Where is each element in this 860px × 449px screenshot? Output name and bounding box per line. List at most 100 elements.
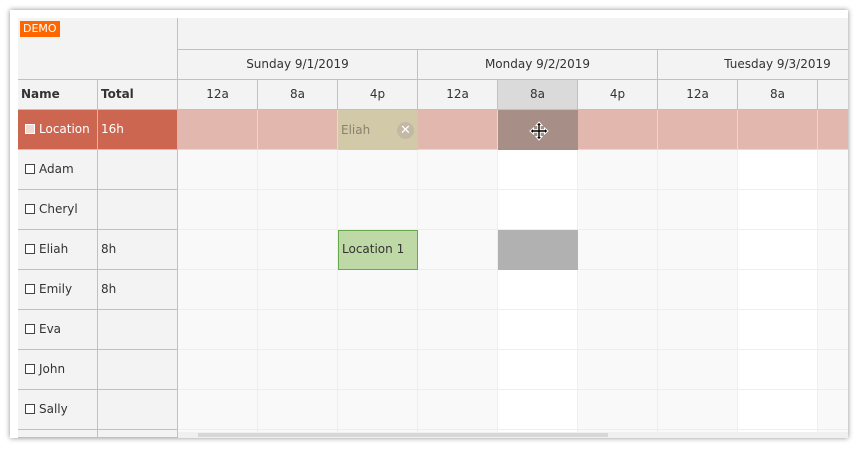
grid-cell[interactable]: [658, 350, 738, 390]
grid-cell[interactable]: [178, 190, 258, 230]
grid-cell[interactable]: [418, 230, 498, 270]
row-header-sally[interactable]: Sally: [18, 390, 98, 430]
row-checkbox[interactable]: [25, 164, 35, 174]
grid-cell[interactable]: [658, 190, 738, 230]
grid-cell[interactable]: [178, 310, 258, 350]
grid-cell[interactable]: [658, 150, 738, 190]
grid-cell[interactable]: [418, 270, 498, 310]
grid-cell[interactable]: [258, 150, 338, 190]
grid-cell[interactable]: [818, 190, 848, 230]
row-name: John: [39, 362, 66, 376]
grid-cell[interactable]: [178, 150, 258, 190]
grid-cell[interactable]: [178, 390, 258, 430]
grid-cell[interactable]: [498, 310, 578, 350]
grid-cell[interactable]: [818, 310, 848, 350]
grid-cell[interactable]: [258, 270, 338, 310]
grid-cell[interactable]: [178, 350, 258, 390]
row-name: Emily: [39, 282, 73, 296]
grid-cell[interactable]: [818, 350, 848, 390]
grid-cell[interactable]: [818, 390, 848, 430]
grid-cell[interactable]: [258, 230, 338, 270]
grid-cell[interactable]: [818, 150, 848, 190]
row-header-adam[interactable]: Adam: [18, 150, 98, 190]
grid-cell[interactable]: [578, 150, 658, 190]
grid-cell[interactable]: [658, 110, 738, 150]
horizontal-scrollbar[interactable]: [178, 432, 848, 438]
row-checkbox[interactable]: [25, 204, 35, 214]
grid-cell[interactable]: [578, 190, 658, 230]
grid-cell[interactable]: [578, 390, 658, 430]
scrollbar-thumb[interactable]: [198, 433, 608, 437]
hour-header: [818, 80, 848, 110]
day-header: Monday 9/2/2019: [418, 50, 658, 80]
grid-cell[interactable]: [578, 270, 658, 310]
hour-header: 4p: [338, 80, 418, 110]
grid-cell[interactable]: [338, 350, 418, 390]
row-header-emily[interactable]: Emily: [18, 270, 98, 310]
row-header-cheryl[interactable]: Cheryl: [18, 190, 98, 230]
grid-cell[interactable]: [498, 270, 578, 310]
grid-cell[interactable]: [258, 190, 338, 230]
grid-cell[interactable]: [338, 270, 418, 310]
row-checkbox[interactable]: [25, 284, 35, 294]
row-header-eva[interactable]: Eva: [18, 310, 98, 350]
grid-cell[interactable]: [738, 150, 818, 190]
grid-cell[interactable]: [498, 190, 578, 230]
grid-cell[interactable]: [498, 150, 578, 190]
row-header-john[interactable]: John: [18, 350, 98, 390]
grid-cell[interactable]: [258, 110, 338, 150]
row-checkbox[interactable]: [25, 364, 35, 374]
grid-cell[interactable]: [658, 310, 738, 350]
grid-cell[interactable]: [178, 230, 258, 270]
grid-cell[interactable]: [258, 350, 338, 390]
grid-cell[interactable]: [738, 190, 818, 230]
grid-cell[interactable]: [338, 150, 418, 190]
grid-cell[interactable]: [818, 270, 848, 310]
hour-header: 8a: [738, 80, 818, 110]
grid-cell[interactable]: [578, 110, 658, 150]
grid-cell[interactable]: [418, 150, 498, 190]
grid-cell[interactable]: [578, 350, 658, 390]
grid-cell[interactable]: [498, 390, 578, 430]
grid-cell[interactable]: [418, 190, 498, 230]
grid-cell[interactable]: [498, 350, 578, 390]
grid-cell[interactable]: [738, 110, 818, 150]
grid-cell[interactable]: [418, 350, 498, 390]
event-location-1[interactable]: Location 1: [338, 230, 418, 270]
grid-cell[interactable]: [418, 310, 498, 350]
grid-cell[interactable]: [658, 230, 738, 270]
row-name: Sally: [39, 402, 68, 416]
grid-cell[interactable]: [578, 310, 658, 350]
grid-cell[interactable]: [658, 390, 738, 430]
grid-cell[interactable]: [738, 390, 818, 430]
row-checkbox[interactable]: [25, 244, 35, 254]
grid-cell[interactable]: [738, 270, 818, 310]
row-name: Eva: [39, 322, 62, 336]
grid-cell[interactable]: [738, 230, 818, 270]
grid-cell[interactable]: [178, 270, 258, 310]
close-icon[interactable]: ✕: [397, 122, 414, 139]
grid-cell[interactable]: [338, 310, 418, 350]
grid-cell[interactable]: [338, 190, 418, 230]
row-checkbox[interactable]: [25, 404, 35, 414]
column-header-name[interactable]: Name: [18, 80, 98, 110]
grid-cell[interactable]: [658, 270, 738, 310]
grid-cell[interactable]: [258, 310, 338, 350]
row-name: Adam: [39, 162, 74, 176]
grid-cell[interactable]: [738, 350, 818, 390]
grid-cell[interactable]: [338, 390, 418, 430]
row-header-location-1[interactable]: Location 1: [18, 110, 98, 175]
grid-cell[interactable]: [418, 110, 498, 150]
grid-cell[interactable]: [258, 390, 338, 430]
scheduler-corner: DEMO: [18, 18, 178, 80]
grid-cell[interactable]: [578, 230, 658, 270]
grid-cell[interactable]: [818, 230, 848, 270]
row-checkbox[interactable]: [25, 324, 35, 334]
grid-cell[interactable]: [418, 390, 498, 430]
row-checkbox[interactable]: [25, 124, 35, 134]
grid-cell[interactable]: [738, 310, 818, 350]
grid-cell[interactable]: [178, 110, 258, 150]
row-header-eliah[interactable]: Eliah: [18, 230, 98, 270]
grid-cell[interactable]: [818, 110, 848, 150]
column-header-total[interactable]: Total: [98, 80, 178, 110]
